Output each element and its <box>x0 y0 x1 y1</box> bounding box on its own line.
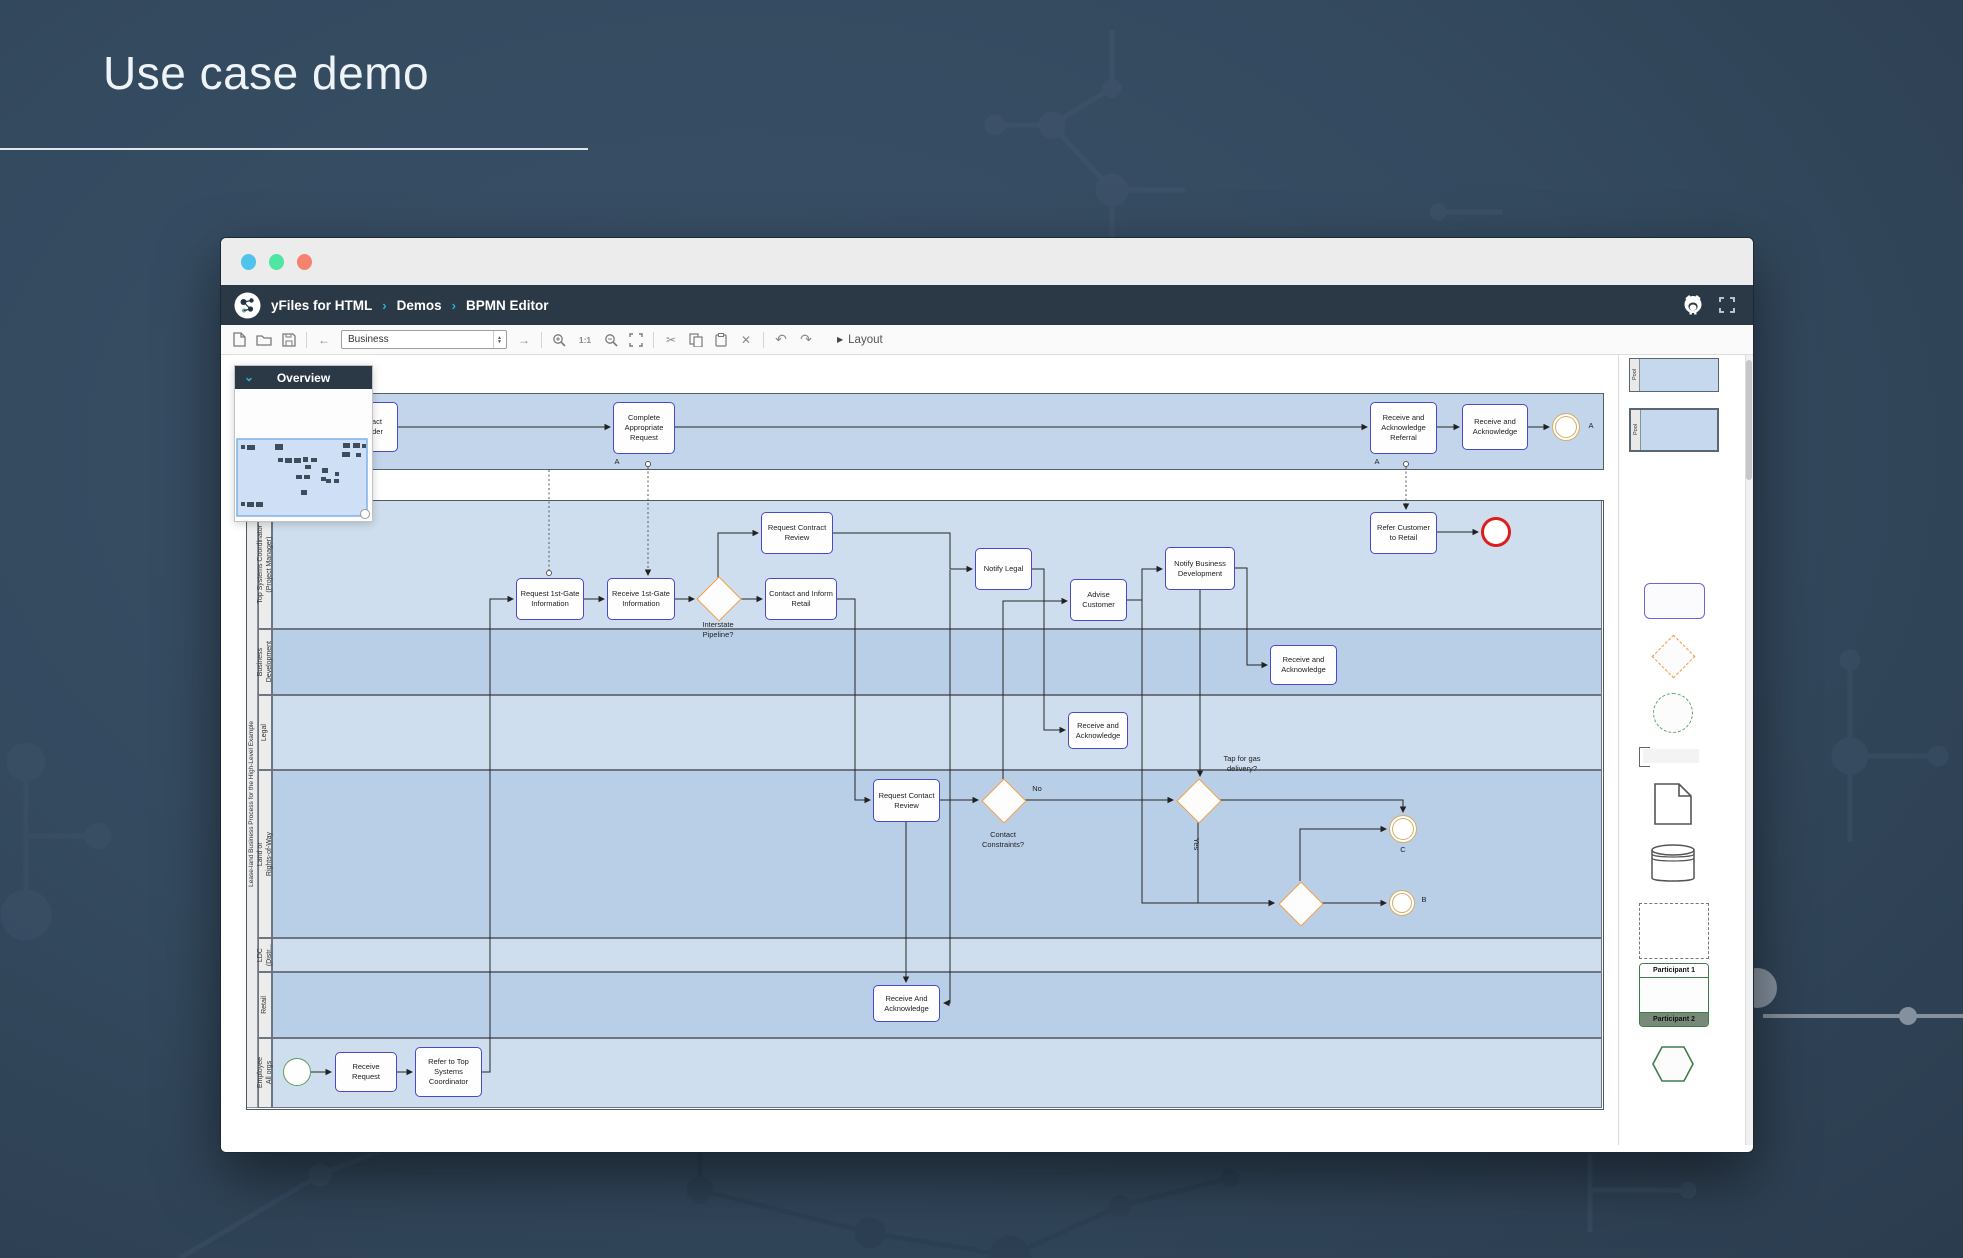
overview-header[interactable]: ⌄ Overview <box>235 366 372 389</box>
palette-data-object[interactable] <box>1653 782 1693 826</box>
previous-sample-button[interactable]: ← <box>316 331 332 349</box>
participant2-label: Participant 2 <box>1640 1012 1708 1026</box>
minimap-resize-handle[interactable] <box>361 510 370 519</box>
layout-button[interactable]: ▶ Layout <box>837 334 883 346</box>
palette-pool[interactable]: Pool <box>1629 358 1719 392</box>
close-window-button[interactable] <box>241 254 256 270</box>
shape-palette: Pool Pool Participant 1 Participant 2 <box>1618 355 1746 1145</box>
toolbar: ← Business ▲▼ → 1:1 ✂ <box>221 325 1753 355</box>
toolbar-separator <box>306 332 307 348</box>
fullscreen-icon[interactable] <box>1719 297 1735 313</box>
breadcrumb: yFiles for HTML › Demos › BPMN Editor <box>271 285 548 325</box>
undo-icon[interactable]: ↶ <box>773 331 789 349</box>
breadcrumb-separator: › <box>382 298 386 313</box>
breadcrumb-demos[interactable]: Demos <box>397 298 442 313</box>
zoom-original-button[interactable]: 1:1 <box>576 331 594 349</box>
delete-icon[interactable]: ✕ <box>738 331 754 349</box>
breadcrumb-bpmn-editor[interactable]: BPMN Editor <box>466 298 549 313</box>
yfiles-logo-icon <box>234 292 261 319</box>
toolbar-separator <box>653 332 654 348</box>
palette-pool-with-lane[interactable]: Pool <box>1629 408 1719 452</box>
overview-minimap[interactable] <box>235 389 372 521</box>
overview-panel: ⌄ Overview <box>234 365 373 522</box>
save-button[interactable] <box>281 331 297 349</box>
browser-window: yFiles for HTML › Demos › BPMN Editor <box>221 238 1753 1152</box>
palette-annotation[interactable] <box>1643 749 1699 763</box>
palette-choreography[interactable]: Participant 1 Participant 2 <box>1639 963 1709 1027</box>
github-icon[interactable] <box>1683 295 1703 315</box>
chevron-down-icon[interactable]: ⌄ <box>244 370 254 384</box>
select-stepper-icon: ▲▼ <box>493 331 505 348</box>
breadcrumb-separator: › <box>452 298 456 313</box>
page-title: Use case demo <box>103 46 429 100</box>
page-background: Use case demo yFiles for HTML › Demos › <box>0 0 1963 1258</box>
palette-task[interactable] <box>1644 583 1705 619</box>
palette-conversation[interactable] <box>1651 1045 1695 1083</box>
toolbar-separator <box>541 332 542 348</box>
cut-icon[interactable]: ✂ <box>663 331 679 349</box>
palette-gateway[interactable] <box>1652 635 1696 679</box>
breadcrumb-yfiles[interactable]: yFiles for HTML <box>271 298 372 313</box>
overview-title: Overview <box>277 371 330 385</box>
palette-data-store[interactable] <box>1650 843 1696 885</box>
sample-select[interactable]: Business ▲▼ <box>341 330 507 349</box>
sample-select-value: Business <box>348 334 389 345</box>
palette-annotation-bracket[interactable] <box>1639 747 1650 767</box>
title-underline <box>0 148 588 150</box>
participant1-label: Participant 1 <box>1640 964 1708 978</box>
zoom-in-icon[interactable] <box>551 331 567 349</box>
toolbar-separator <box>763 332 764 348</box>
fit-content-icon[interactable] <box>628 331 644 349</box>
paste-icon[interactable] <box>713 331 729 349</box>
minimize-window-button[interactable] <box>269 254 284 270</box>
palette-event[interactable] <box>1653 693 1693 733</box>
pool-label-strip: Pool <box>1631 410 1641 450</box>
new-document-button[interactable] <box>231 331 247 349</box>
pool-label-strip: Pool <box>1630 359 1640 391</box>
redo-icon[interactable]: ↷ <box>798 331 814 349</box>
play-icon: ▶ <box>837 335 843 344</box>
scrollbar-thumb[interactable] <box>1746 360 1752 480</box>
diagram-canvas[interactable] <box>221 355 1618 1152</box>
window-titlebar <box>221 238 1753 286</box>
app-header: yFiles for HTML › Demos › BPMN Editor <box>221 285 1753 325</box>
open-file-button[interactable] <box>256 331 272 349</box>
palette-group[interactable] <box>1639 903 1709 959</box>
zoom-out-icon[interactable] <box>603 331 619 349</box>
next-sample-button[interactable]: → <box>516 331 532 349</box>
copy-icon[interactable] <box>688 331 704 349</box>
zoom-window-button[interactable] <box>297 254 312 270</box>
